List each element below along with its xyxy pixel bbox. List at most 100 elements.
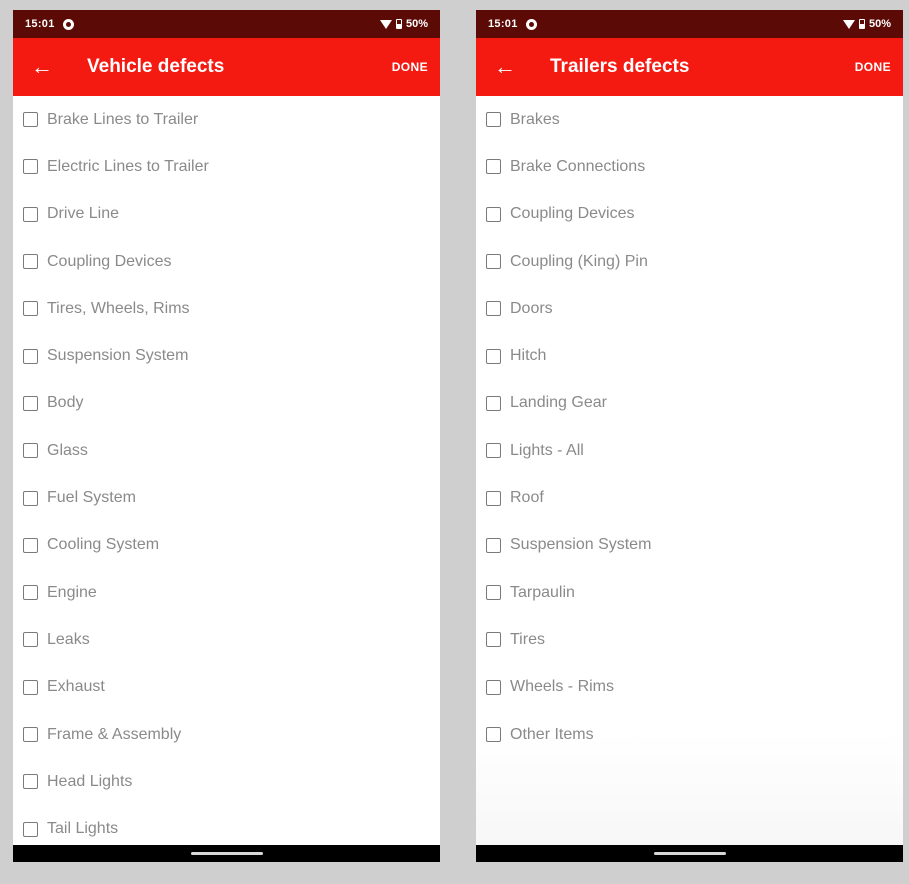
home-indicator[interactable] [190,852,263,855]
defect-item-label: Suspension System [510,536,652,554]
back-button[interactable]: ← [13,38,71,96]
defect-item-label: Hitch [510,347,547,365]
defect-item-label: Head Lights [47,772,133,790]
checkbox[interactable] [486,490,501,506]
battery-icon [395,19,402,29]
home-indicator[interactable] [653,852,726,855]
checkbox[interactable] [486,537,501,553]
defect-item-label: Brake Lines to Trailer [47,110,199,128]
defect-item-label: Engine [47,583,97,601]
defect-item[interactable]: Tires, Wheels, Rims [13,285,440,332]
defect-item[interactable]: Hitch [476,332,903,379]
checkbox[interactable] [486,679,501,695]
page-title: Vehicle defects [87,56,225,77]
checkbox[interactable] [23,159,38,175]
defect-item-label: Coupling (King) Pin [510,252,648,270]
checkbox[interactable] [486,395,501,411]
status-indicators: 50% [842,18,891,30]
defect-item[interactable]: Coupling Devices [13,238,440,285]
defect-item[interactable]: Brake Connections [476,143,903,190]
defect-item-label: Lights - All [510,441,584,459]
defect-item[interactable]: Lights - All [476,427,903,474]
defect-item[interactable]: Electric Lines to Trailer [13,143,440,190]
defect-item[interactable]: Suspension System [13,332,440,379]
checkbox[interactable] [23,585,38,601]
defect-item[interactable]: Other Items [476,711,903,758]
page-title: Trailers defects [550,56,690,77]
checkbox[interactable] [23,254,38,270]
checkbox[interactable] [486,206,501,222]
defect-item[interactable]: Head Lights [13,758,440,805]
checkbox[interactable] [23,301,38,317]
checkbox[interactable] [23,727,38,742]
done-button[interactable]: DONE [380,38,440,96]
checkbox[interactable] [23,679,38,695]
defect-item-label: Coupling Devices [510,205,635,223]
back-button[interactable]: ← [476,38,534,96]
checkbox[interactable] [486,112,501,128]
defect-item[interactable]: Wheels - Rims [476,664,903,711]
checkbox[interactable] [486,632,501,648]
checkbox[interactable] [23,537,38,553]
defect-item[interactable]: Leaks [13,616,440,663]
checkbox[interactable] [23,632,38,648]
status-indicators: 50% [379,18,428,30]
defect-item-label: Electric Lines to Trailer [47,157,209,175]
battery-percent: 50% [868,18,891,30]
defect-item[interactable]: Brake Lines to Trailer [13,96,440,143]
defect-item[interactable]: Fuel System [13,474,440,521]
defect-item[interactable]: Coupling (King) Pin [476,238,903,285]
defect-item[interactable]: Doors [476,285,903,332]
defect-item[interactable]: Glass [13,427,440,474]
defect-item[interactable]: Tarpaulin [476,569,903,616]
defect-item[interactable]: Engine [13,569,440,616]
defect-item[interactable]: Frame & Assembly [13,711,440,758]
checkbox[interactable] [23,774,38,790]
checkbox[interactable] [23,443,38,459]
checkbox[interactable] [23,112,38,128]
defects-list: Brake Lines to Trailer Electric Lines to … [13,96,440,845]
defect-item[interactable]: Drive Line [13,191,440,238]
checkbox[interactable] [23,348,38,364]
defect-item-label: Wheels - Rims [510,678,615,696]
defect-item[interactable]: Brakes [476,96,903,143]
defect-item[interactable]: Tail Lights [13,805,440,845]
checkbox[interactable] [23,395,38,411]
defect-item-label: Leaks [47,630,90,648]
checkbox[interactable] [486,727,501,742]
checkbox[interactable] [486,159,501,175]
defect-item-label: Roof [510,489,544,507]
defect-item[interactable]: Body [13,380,440,427]
checkbox[interactable] [23,490,38,506]
defect-item[interactable]: Cooling System [13,522,440,569]
checkbox[interactable] [486,348,501,364]
trailers-defects-screen: 15:01 50% ← Trailers defects DONE Brakes… [476,10,903,862]
defect-item-label: Fuel System [47,489,136,507]
checkbox[interactable] [486,301,501,317]
defect-item[interactable]: Suspension System [476,522,903,569]
defect-item[interactable]: Coupling Devices [476,191,903,238]
done-button[interactable]: DONE [843,38,903,96]
status-time: 15:01 [25,18,55,30]
defect-item-label: Exhaust [47,678,105,696]
app-bar: ← Vehicle defects DONE [13,38,440,96]
battery-percent: 50% [405,18,428,30]
checkbox[interactable] [486,585,501,601]
defect-item-label: Other Items [510,725,594,743]
vehicle-defects-screen: 15:01 50% ← Vehicle defects DONE Brake L… [13,10,440,862]
checkbox[interactable] [23,206,38,222]
defect-item[interactable]: Roof [476,474,903,521]
app-bar: ← Trailers defects DONE [476,38,903,96]
defect-item[interactable]: Landing Gear [476,380,903,427]
defect-item[interactable]: Exhaust [13,664,440,711]
defect-item-label: Cooling System [47,536,160,554]
defect-item-label: Suspension System [47,347,189,365]
defect-item-label: Doors [510,299,553,317]
checkbox[interactable] [23,821,38,837]
defect-item-label: Landing Gear [510,394,607,412]
status-bar: 15:01 50% [476,10,903,38]
defect-item[interactable]: Tires [476,616,903,663]
checkbox[interactable] [486,443,501,459]
checkbox[interactable] [486,254,501,270]
defect-item-label: Tail Lights [47,820,119,838]
